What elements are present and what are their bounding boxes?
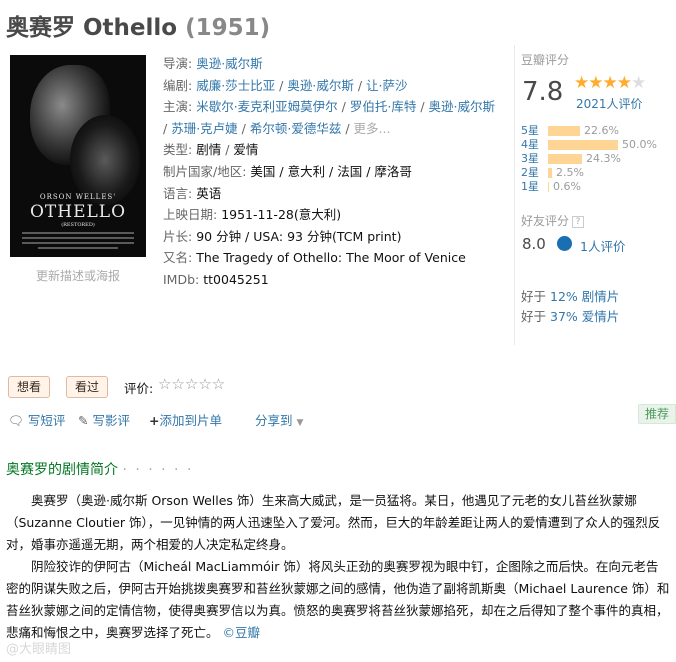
info-genre: 类型: 剧情 / 爱情: [163, 142, 259, 158]
cast-more-link[interactable]: 更多...: [354, 121, 391, 136]
rating-dist-label: 2星: [521, 166, 539, 179]
friend-votes-link[interactable]: 1人评价: [580, 236, 625, 255]
star-icon: ★: [630, 73, 646, 93]
better-than-row: 好于 12% 剧情片: [521, 289, 620, 304]
watermark: @大眼睛图: [6, 642, 72, 657]
rate-label: 评价:: [124, 381, 154, 396]
chat-bubble-icon: 🗨: [8, 413, 24, 428]
info-writers: 编剧: 威廉·莎士比亚 / 奥逊·威尔斯 / 让·萨沙: [163, 77, 408, 93]
poster-credits: [38, 247, 118, 249]
rate-stars-input[interactable]: ☆☆☆☆☆: [158, 375, 225, 393]
info-cast: 主演: 米歇尔·麦克利亚姆莫伊尔 / 罗伯托·库特 / 奥逊·威尔斯 / 苏珊·…: [163, 99, 496, 136]
write-short-review-link[interactable]: 🗨 写短评: [8, 410, 65, 429]
info-language: 语言: 英语: [163, 185, 222, 201]
synopsis-dots: · · · · · ·: [122, 462, 194, 478]
better-than-genre[interactable]: 爱情片: [582, 309, 620, 324]
poster-line1: ORSON WELLES': [39, 193, 117, 201]
synopsis-paragraph: 阴险狡诈的伊阿古（Micheál MacLiammóir 饰）将风头正劲的奥赛罗…: [6, 559, 670, 640]
share-dropdown[interactable]: 分享到 ▼: [255, 410, 303, 429]
rating-dist-percent: 22.6%: [584, 124, 619, 137]
info-director: 导演: 奥逊·威尔斯: [163, 56, 263, 71]
rating-dist-label: 1星: [521, 180, 539, 193]
watched-button[interactable]: 看过: [66, 376, 109, 398]
movie-info: 导演: 奥逊·威尔斯 编剧: 威廉·莎士比亚 / 奥逊·威尔斯 / 让·萨沙 主…: [163, 53, 503, 291]
add-to-list-link[interactable]: +添加到片单: [149, 410, 222, 429]
rating-dist-bar: [548, 140, 618, 150]
help-icon[interactable]: ?: [572, 215, 585, 228]
writer-link[interactable]: 奥逊·威尔斯: [287, 78, 353, 93]
rating-label: 豆瓣评分: [521, 53, 570, 67]
poster-credits: [22, 242, 134, 244]
better-than-genre[interactable]: 剧情片: [582, 289, 620, 304]
rating-divider: [514, 45, 515, 345]
pencil-icon: ✎: [78, 413, 89, 428]
poster-credits: [22, 232, 134, 234]
writer-link[interactable]: 让·萨沙: [366, 78, 407, 93]
rating-score: 7.8: [522, 77, 564, 107]
rating-dist-label: 3星: [521, 152, 539, 165]
rating-dist-bar: [548, 168, 552, 178]
rating-dist-label: 4星: [521, 138, 539, 151]
rating-dist-percent: 2.5%: [556, 166, 584, 179]
caret-down-icon: ▼: [296, 418, 304, 428]
friend-avatar[interactable]: [557, 236, 572, 251]
info-country: 制片国家/地区: 美国 / 意大利 / 法国 / 摩洛哥: [163, 163, 412, 179]
rating-dist-bar: [548, 182, 549, 192]
movie-year: (1951): [185, 15, 271, 41]
synopsis-heading: 奥赛罗的剧情简介 · · · · · ·: [6, 462, 194, 478]
cast-link[interactable]: 奥逊·威尔斯: [429, 99, 495, 114]
poster-line2: OTHELLO: [29, 202, 127, 222]
rating-stars: ★★★★★: [574, 73, 646, 93]
write-review-link[interactable]: ✎ 写影评: [78, 410, 130, 429]
poster-figure-shadow: [70, 115, 140, 205]
rating-dist-bar: [548, 126, 580, 136]
movie-poster[interactable]: ORSON WELLES' OTHELLO (RESTORED): [10, 55, 146, 257]
rating-dist-percent: 50.0%: [622, 138, 657, 151]
douban-source-link[interactable]: ©豆瓣: [223, 625, 261, 640]
poster-line3: (RESTORED): [61, 222, 95, 228]
synopsis-paragraph: 奥赛罗（奥逊·威尔斯 Orson Welles 饰）生来高大威武，是一员猛将。某…: [6, 493, 661, 552]
genre-item: 剧情: [196, 142, 222, 158]
rating-dist-percent: 24.3%: [586, 152, 621, 165]
plus-icon: +: [149, 413, 160, 428]
better-than-pct[interactable]: 12%: [550, 289, 578, 304]
rating-dist-row: 1星 0.6%: [521, 180, 657, 194]
info-aka: 又名: The Tragedy of Othello: The Moor of …: [163, 250, 466, 266]
rating-distribution: 5星 22.6% 4星 50.0% 3星 24.3% 2星 2.5% 1星 0.6%: [521, 124, 657, 194]
page-title: 奥赛罗 Othello (1951): [6, 8, 270, 42]
rating-dist-row: 5星 22.6%: [521, 124, 657, 138]
rating-votes-link[interactable]: 2021人评价: [576, 95, 643, 112]
rating-dist-row: 4星 50.0%: [521, 138, 657, 152]
cast-link[interactable]: 罗伯托·库特: [350, 99, 416, 114]
writer-link[interactable]: 威廉·莎士比亚: [196, 78, 275, 93]
friend-rating-label: 好友评分?: [521, 212, 585, 229]
synopsis-body: 奥赛罗（奥逊·威尔斯 Orson Welles 饰）生来高大威武，是一员猛将。某…: [6, 490, 670, 644]
movie-name: 奥赛罗 Othello: [6, 15, 178, 41]
rating-dist-bar: [548, 154, 582, 164]
rating-dist-percent: 0.6%: [553, 180, 581, 193]
director-link[interactable]: 奥逊·威尔斯: [196, 56, 262, 71]
better-than-row: 好于 37% 爱情片: [521, 309, 620, 324]
want-to-watch-button[interactable]: 想看: [8, 376, 51, 398]
better-than-pct[interactable]: 37%: [550, 309, 578, 324]
info-release: 上映日期: 1951-11-28(意大利): [163, 207, 342, 223]
rating-dist-label: 5星: [521, 124, 539, 137]
recommend-button[interactable]: 推荐: [638, 404, 676, 424]
cast-link[interactable]: 苏珊·克卢婕: [171, 121, 237, 136]
cast-link[interactable]: 希尔顿·爱德华兹: [250, 121, 341, 136]
friend-rating-score: 8.0: [522, 235, 546, 253]
poster-credits: [22, 237, 134, 239]
info-runtime: 片长: 90 分钟 / USA: 93 分钟(TCM print): [163, 228, 402, 244]
cast-link[interactable]: 米歇尔·麦克利亚姆莫伊尔: [196, 99, 337, 114]
genre-item: 爱情: [233, 142, 259, 158]
star-icon: ★★★★: [574, 73, 632, 93]
update-poster-link[interactable]: 更新描述或海报: [36, 267, 120, 284]
rating-dist-row: 3星 24.3%: [521, 152, 657, 166]
info-imdb: IMDb: tt0045251: [163, 271, 269, 287]
rating-dist-row: 2星 2.5%: [521, 166, 657, 180]
